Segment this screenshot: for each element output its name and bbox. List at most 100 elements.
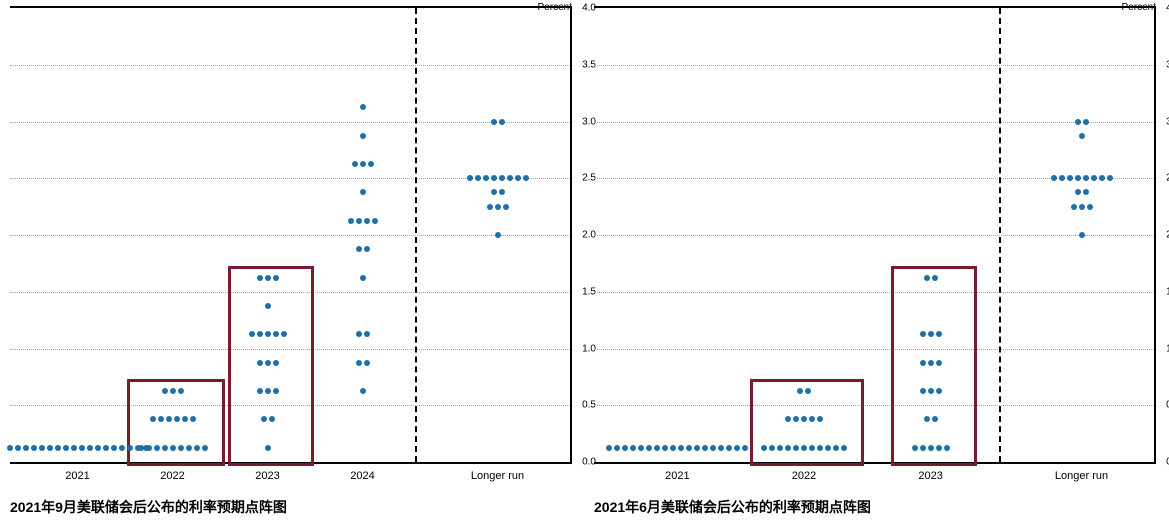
data-dot xyxy=(483,175,489,181)
grid-line xyxy=(594,122,1154,123)
data-dot xyxy=(194,445,200,451)
data-dot xyxy=(364,331,370,337)
data-dot xyxy=(491,119,497,125)
data-dot xyxy=(817,416,823,422)
data-dot xyxy=(495,204,501,210)
data-dot xyxy=(928,360,934,366)
data-dot xyxy=(111,445,117,451)
data-dot xyxy=(912,445,918,451)
grid-line xyxy=(10,122,570,123)
data-dot xyxy=(507,175,513,181)
data-dot xyxy=(491,175,497,181)
data-dot xyxy=(475,175,481,181)
data-dot xyxy=(924,416,930,422)
data-dot xyxy=(702,445,708,451)
data-dot xyxy=(95,445,101,451)
data-dot xyxy=(678,445,684,451)
data-dot xyxy=(281,331,287,337)
data-dot xyxy=(793,416,799,422)
data-dot xyxy=(7,445,13,451)
data-dot xyxy=(265,360,271,366)
data-dot xyxy=(487,204,493,210)
data-dot xyxy=(360,388,366,394)
data-dot xyxy=(654,445,660,451)
data-dot xyxy=(1079,133,1085,139)
data-dot xyxy=(841,445,847,451)
data-dot xyxy=(495,232,501,238)
data-dot xyxy=(742,445,748,451)
data-dot xyxy=(718,445,724,451)
data-dot xyxy=(499,119,505,125)
baseline xyxy=(594,462,1154,463)
data-dot xyxy=(928,331,934,337)
data-dot xyxy=(928,388,934,394)
data-dot xyxy=(150,416,156,422)
data-dot xyxy=(944,445,950,451)
data-dot xyxy=(47,445,53,451)
data-dot xyxy=(1075,175,1081,181)
data-dot xyxy=(364,246,370,252)
data-dot xyxy=(936,388,942,394)
data-dot xyxy=(170,445,176,451)
data-dot xyxy=(1099,175,1105,181)
data-dot xyxy=(1071,204,1077,210)
data-dot xyxy=(178,445,184,451)
dot-plot: Percent0.00.51.01.52.02.53.03.54.0202120… xyxy=(594,6,1156,464)
divider-line xyxy=(999,8,1001,462)
data-dot xyxy=(785,445,791,451)
grid-line xyxy=(594,65,1154,66)
data-dot xyxy=(15,445,21,451)
data-dot xyxy=(202,445,208,451)
data-dot xyxy=(55,445,61,451)
data-dot xyxy=(920,445,926,451)
chart-title: 2021年6月美联储会后公布的利率预期点阵图 xyxy=(594,497,871,517)
data-dot xyxy=(360,275,366,281)
data-dot xyxy=(158,416,164,422)
data-dot xyxy=(793,445,799,451)
data-dot xyxy=(801,416,807,422)
data-dot xyxy=(797,388,803,394)
data-dot xyxy=(1075,119,1081,125)
data-dot xyxy=(356,218,362,224)
data-dot xyxy=(103,445,109,451)
data-dot xyxy=(23,445,29,451)
data-dot xyxy=(646,445,652,451)
data-dot xyxy=(368,161,374,167)
x-tick: 2023 xyxy=(255,470,279,482)
grid-line xyxy=(10,65,570,66)
data-dot xyxy=(936,360,942,366)
data-dot xyxy=(182,416,188,422)
data-dot xyxy=(162,445,168,451)
y-axis-label: Percent xyxy=(1122,2,1156,13)
chart-title: 2021年9月美联储会后公布的利率预期点阵图 xyxy=(10,497,287,517)
data-dot xyxy=(833,445,839,451)
data-dot xyxy=(31,445,37,451)
data-dot xyxy=(1107,175,1113,181)
data-dot xyxy=(606,445,612,451)
data-dot xyxy=(257,388,263,394)
data-dot xyxy=(364,360,370,366)
data-dot xyxy=(1083,175,1089,181)
data-dot xyxy=(265,388,271,394)
x-tick: Longer run xyxy=(471,470,524,482)
data-dot xyxy=(265,331,271,337)
data-dot xyxy=(491,189,497,195)
x-tick: 2022 xyxy=(792,470,816,482)
data-dot xyxy=(761,445,767,451)
data-dot xyxy=(257,331,263,337)
x-tick: 2021 xyxy=(65,470,89,482)
divider-line xyxy=(415,8,417,462)
data-dot xyxy=(515,175,521,181)
data-dot xyxy=(186,445,192,451)
data-dot xyxy=(352,161,358,167)
data-dot xyxy=(638,445,644,451)
data-dot xyxy=(360,189,366,195)
data-dot xyxy=(265,303,271,309)
data-dot xyxy=(273,331,279,337)
data-dot xyxy=(356,331,362,337)
data-dot xyxy=(825,445,831,451)
data-dot xyxy=(686,445,692,451)
data-dot xyxy=(769,445,775,451)
data-dot xyxy=(39,445,45,451)
data-dot xyxy=(622,445,628,451)
